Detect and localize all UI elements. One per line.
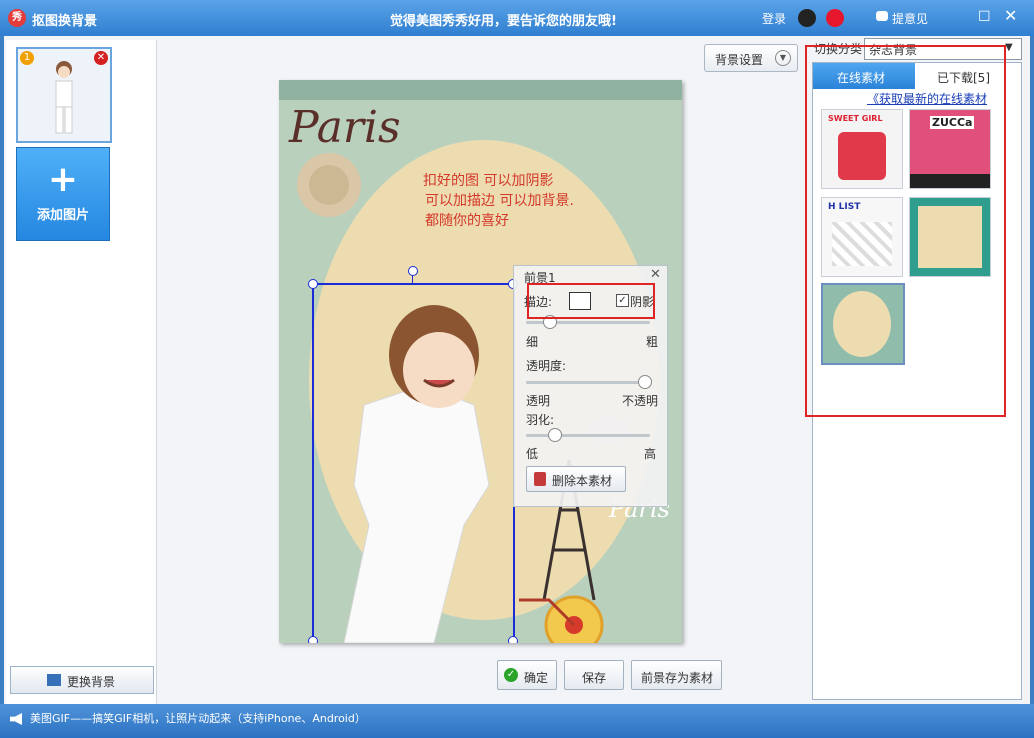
opacity-slider[interactable] (526, 381, 650, 384)
background-settings-button[interactable]: 背景设置 ▼ (704, 44, 798, 72)
app-logo-icon: 秀 (8, 9, 26, 27)
low-label: 低 (526, 447, 539, 461)
paris-logo-text: Paris (289, 102, 401, 153)
image-icon (47, 674, 61, 686)
delete-material-button[interactable]: 删除本素材 (526, 466, 626, 492)
background-settings-label: 背景设置 (715, 53, 764, 67)
canvas-caption-1: 扣好的图 可以加阴影 (423, 173, 554, 189)
opacity-label: 透明度: (526, 359, 567, 373)
feather-label: 羽化: (526, 413, 555, 427)
title-bar: 秀 抠图换背景 觉得美图秀秀好用，要告诉您的朋友哦! 登录 提意见 ☐ ✕ (0, 0, 1034, 36)
thumbnail-index-badge: 1 (20, 51, 34, 65)
canvas-caption-3: 都随你的喜好 (425, 213, 509, 229)
annotation-highlight-right (805, 45, 1006, 417)
foreground-selection-box[interactable] (312, 283, 515, 643)
annotation-highlight-shadow (527, 283, 655, 319)
save-foreground-as-material-button[interactable]: 前景存为素材 (631, 660, 722, 690)
thick-label: 粗 (646, 335, 659, 349)
remove-thumbnail-icon[interactable]: ✕ (94, 51, 108, 65)
transparent-label: 透明 (526, 394, 551, 408)
rotate-handle[interactable] (408, 266, 418, 276)
resize-handle-nw[interactable] (308, 279, 318, 289)
high-label: 高 (644, 447, 657, 461)
close-button[interactable]: ✕ (1004, 8, 1020, 24)
rotate-handle-line (412, 275, 413, 285)
qq-icon[interactable] (798, 9, 816, 27)
status-promo-text[interactable]: 美图GIF——搞笑GIF相机，让照片动起来（支持iPhone、Android） (30, 710, 366, 726)
change-background-button[interactable]: 更换背景 (10, 666, 154, 694)
confirm-label: 确定 (524, 671, 549, 685)
save-as-material-label: 前景存为素材 (641, 671, 714, 685)
trash-icon (534, 472, 546, 486)
speaker-icon (10, 713, 22, 725)
chat-bubble-icon (876, 11, 888, 21)
canvas-caption-2: 可以加描边 可以加背景. (425, 193, 574, 209)
feather-slider[interactable] (526, 434, 650, 437)
window-title: 抠图换背景 (32, 14, 98, 29)
opaque-label: 不透明 (622, 394, 659, 408)
slogan-text: 觉得美图秀秀好用，要告诉您的朋友哦! (390, 14, 617, 29)
save-label: 保存 (582, 671, 607, 685)
plus-icon: + (47, 159, 79, 200)
status-bar: 美图GIF——搞笑GIF相机，让照片动起来（支持iPhone、Android） (0, 704, 1034, 738)
person-figure (343, 305, 490, 643)
resize-handle-se[interactable] (508, 636, 518, 643)
feedback-link[interactable]: 提意见 (892, 10, 928, 27)
close-icon[interactable]: ✕ (650, 267, 661, 282)
check-icon: ✓ (504, 668, 518, 682)
add-image-label: 添加图片 (36, 208, 89, 223)
add-image-button[interactable]: + 添加图片 (16, 147, 110, 241)
image-thumbnail[interactable]: 1 ✕ (16, 47, 112, 143)
opacity-slider-knob[interactable] (638, 375, 652, 389)
change-background-label: 更换背景 (67, 675, 116, 689)
delete-material-label: 删除本素材 (552, 474, 613, 488)
chevron-down-icon: ▼ (1005, 42, 1013, 53)
resize-handle-sw[interactable] (308, 636, 318, 643)
weibo-icon[interactable] (826, 9, 844, 27)
person-thumbnail-icon (55, 61, 73, 134)
maximize-button[interactable]: ☐ (978, 10, 992, 24)
feather-slider-knob[interactable] (548, 428, 563, 442)
save-button[interactable]: 保存 (564, 660, 624, 690)
chevron-down-icon: ▼ (775, 50, 791, 66)
confirm-button[interactable]: ✓ 确定 (497, 660, 557, 690)
login-link[interactable]: 登录 (762, 10, 786, 27)
thin-label: 细 (526, 335, 539, 349)
